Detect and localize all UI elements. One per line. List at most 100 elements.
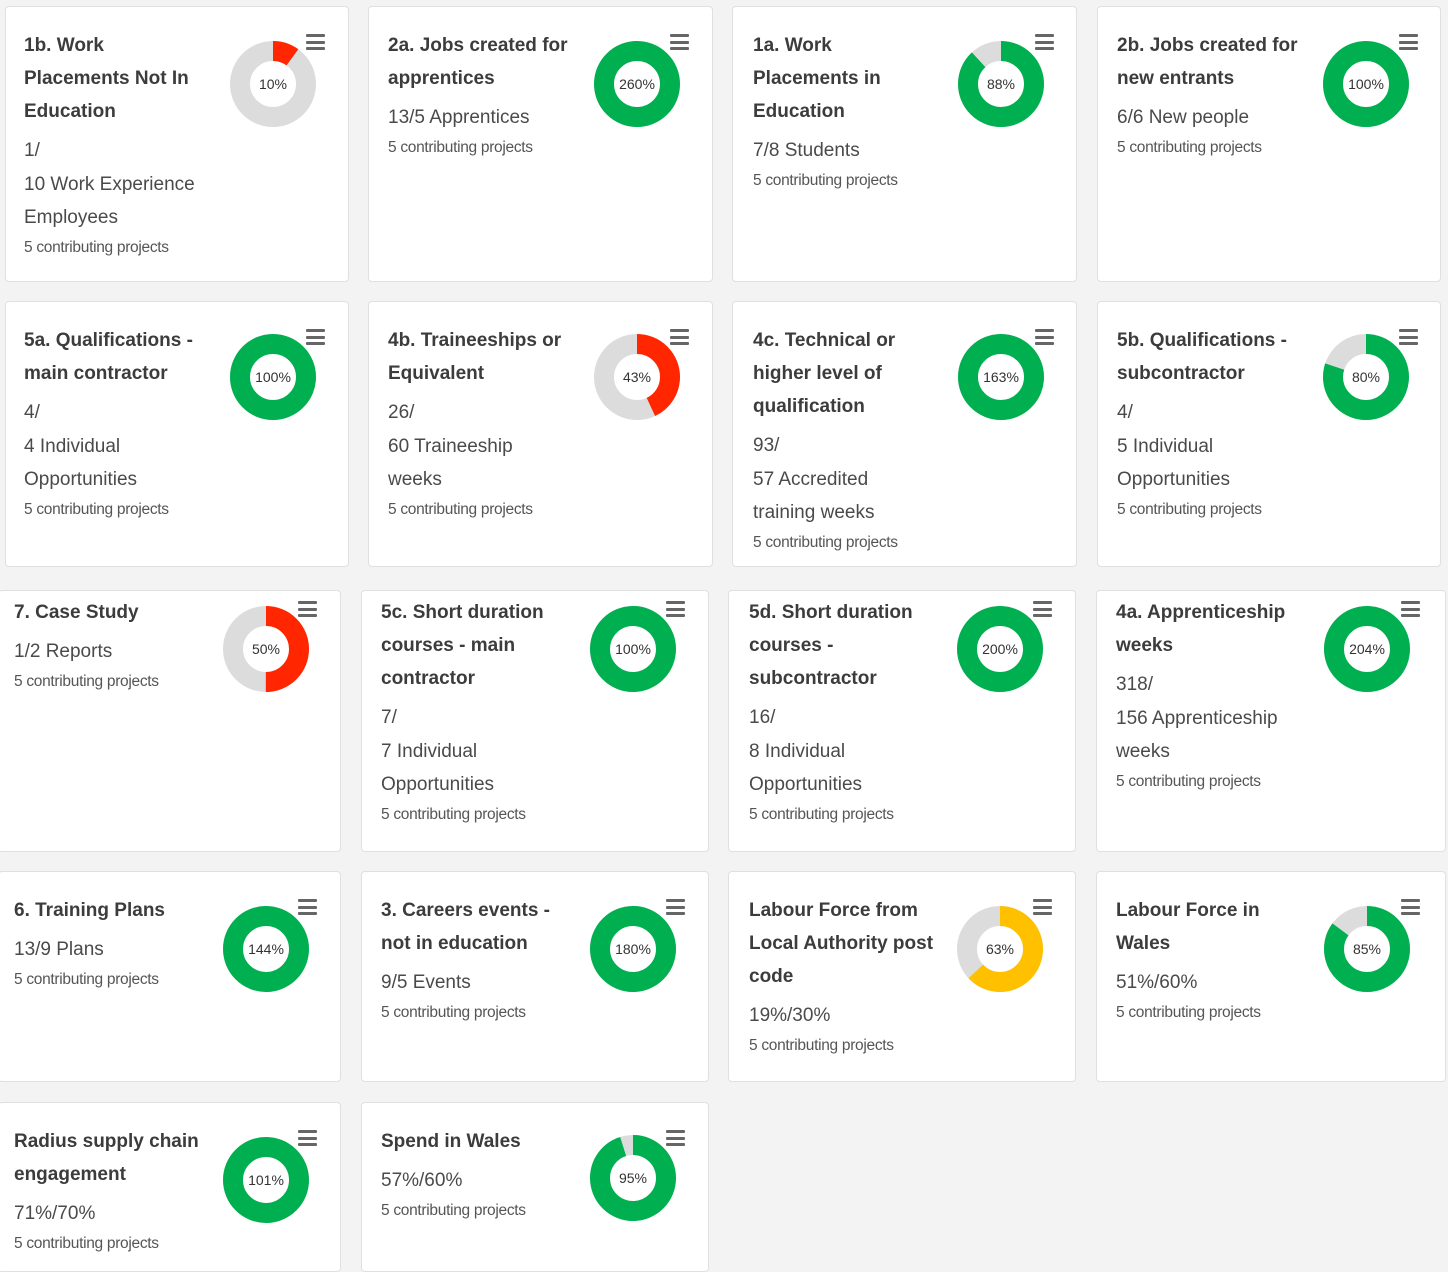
kpi-card: 6. Training Plans 13/9 Plans 5 contribut… [0,871,341,1082]
hamburger-menu-icon[interactable] [666,601,685,617]
hamburger-menu-icon[interactable] [298,1130,317,1146]
kpi-card: 4a. Apprenticeship weeks 318/ 156 Appren… [1096,590,1446,852]
donut-percent-label: 10% [259,76,287,92]
contributing-projects: 5 contributing projects [14,1234,159,1252]
hamburger-menu-icon[interactable] [298,601,317,617]
hamburger-menu-icon[interactable] [666,1130,685,1146]
kpi-card: 5a. Qualifications - main contractor 4/ … [5,301,349,567]
donut-percent-label: 63% [986,941,1014,957]
hamburger-menu-icon[interactable] [1401,899,1420,915]
progress-donut: 260% [591,38,683,130]
card-title: 5c. Short duration courses - main contra… [381,602,544,689]
card-title: 5b. Qualifications - subcontractor [1117,330,1287,384]
kpi-card: 4c. Technical or higher level of qualifi… [732,301,1077,567]
card-value: 6/6 New people [1117,107,1250,128]
contributing-projects: 5 contributing projects [749,1036,894,1054]
card-title: Labour Force in Wales [1116,900,1260,954]
donut-svg: 204% [1324,606,1410,692]
card-title: 1b. Work Placements Not In Education [24,35,189,122]
donut-percent-label: 43% [623,369,651,385]
contributing-projects: 5 contributing projects [1117,138,1262,156]
donut-svg: 10% [230,41,316,127]
progress-donut: 63% [954,903,1046,995]
donut-percent-label: 100% [1348,76,1384,92]
hamburger-menu-icon[interactable] [306,34,325,50]
donut-percent-label: 100% [255,369,291,385]
donut-percent-label: 204% [1349,641,1385,657]
kpi-card: 1b. Work Placements Not In Education 1/ … [5,6,349,282]
kpi-card: 4b. Traineeships or Equivalent 26/ 60 Tr… [368,301,713,567]
hamburger-menu-icon[interactable] [666,899,685,915]
donut-percent-label: 95% [619,1170,647,1186]
contributing-projects: 5 contributing projects [381,1201,526,1219]
hamburger-menu-icon[interactable] [1035,34,1054,50]
kpi-card: Radius supply chain engagement 71%/70% 5… [0,1102,341,1272]
card-value: 318/ 156 Apprenticeship weeks [1116,674,1278,762]
donut-percent-label: 163% [983,369,1019,385]
contributing-projects: 5 contributing projects [753,171,898,189]
card-title: Labour Force from Local Authority post c… [749,900,934,987]
card-value: 13/9 Plans [14,939,104,960]
card-value: 19%/30% [749,1005,831,1026]
donut-percent-label: 85% [1353,941,1381,957]
donut-percent-label: 50% [252,641,280,657]
kpi-card: 3. Careers events - not in education 9/5… [361,871,709,1082]
kpi-card: 5c. Short duration courses - main contra… [361,590,709,852]
donut-percent-label: 80% [1352,369,1380,385]
contributing-projects: 5 contributing projects [24,500,169,518]
hamburger-menu-icon[interactable] [670,329,689,345]
hamburger-menu-icon[interactable] [1033,601,1052,617]
contributing-projects: 5 contributing projects [388,138,533,156]
progress-donut: 88% [955,38,1047,130]
card-title: Spend in Wales [381,1131,521,1152]
card-title: 7. Case Study [14,602,139,623]
contributing-projects: 5 contributing projects [1117,500,1262,518]
contributing-projects: 5 contributing projects [14,672,159,690]
card-value: 16/ 8 Individual Opportunities [749,707,863,795]
progress-donut: 100% [1320,38,1412,130]
progress-donut: 144% [220,903,312,995]
card-title: 6. Training Plans [14,900,165,921]
kpi-card: 2b. Jobs created for new entrants 6/6 Ne… [1097,6,1441,282]
progress-donut: 85% [1321,903,1413,995]
hamburger-menu-icon[interactable] [1033,899,1052,915]
donut-percent-label: 144% [248,941,284,957]
card-title: 5a. Qualifications - main contractor [24,330,193,384]
kpi-card: 5d. Short duration courses - subcontract… [728,590,1076,852]
card-value: 1/ 10 Work Experience Employees [24,140,195,228]
donut-svg: 163% [958,334,1044,420]
donut-svg: 88% [958,41,1044,127]
kpi-card: 2a. Jobs created for apprentices 13/5 Ap… [368,6,713,282]
donut-percent-label: 260% [619,76,655,92]
progress-donut: 101% [220,1134,312,1226]
hamburger-menu-icon[interactable] [306,329,325,345]
contributing-projects: 5 contributing projects [749,805,894,823]
donut-percent-label: 101% [248,1172,284,1188]
card-title: Radius supply chain engagement [14,1131,199,1185]
kpi-card: Labour Force in Wales 51%/60% 5 contribu… [1096,871,1446,1082]
card-value: 71%/70% [14,1203,96,1224]
kpi-card: Spend in Wales 57%/60% 5 contributing pr… [361,1102,709,1272]
contributing-projects: 5 contributing projects [753,533,898,551]
card-value: 9/5 Events [381,972,471,993]
kpi-card: Labour Force from Local Authority post c… [728,871,1076,1082]
progress-donut: 180% [587,903,679,995]
kpi-card: 5b. Qualifications - subcontractor 4/ 5 … [1097,301,1441,567]
contributing-projects: 5 contributing projects [381,1003,526,1021]
contributing-projects: 5 contributing projects [381,805,526,823]
hamburger-menu-icon[interactable] [1401,601,1420,617]
progress-donut: 10% [227,38,319,130]
donut-svg: 100% [1323,41,1409,127]
card-title: 4c. Technical or higher level of qualifi… [753,330,896,417]
donut-percent-label: 88% [987,76,1015,92]
donut-percent-label: 200% [982,641,1018,657]
donut-percent-label: 180% [615,941,651,957]
card-value: 13/5 Apprentices [388,107,530,128]
hamburger-menu-icon[interactable] [1035,329,1054,345]
hamburger-menu-icon[interactable] [298,899,317,915]
card-value: 7/ 7 Individual Opportunities [381,707,495,795]
hamburger-menu-icon[interactable] [1399,34,1418,50]
contributing-projects: 5 contributing projects [1116,1003,1261,1021]
hamburger-menu-icon[interactable] [1399,329,1418,345]
hamburger-menu-icon[interactable] [670,34,689,50]
